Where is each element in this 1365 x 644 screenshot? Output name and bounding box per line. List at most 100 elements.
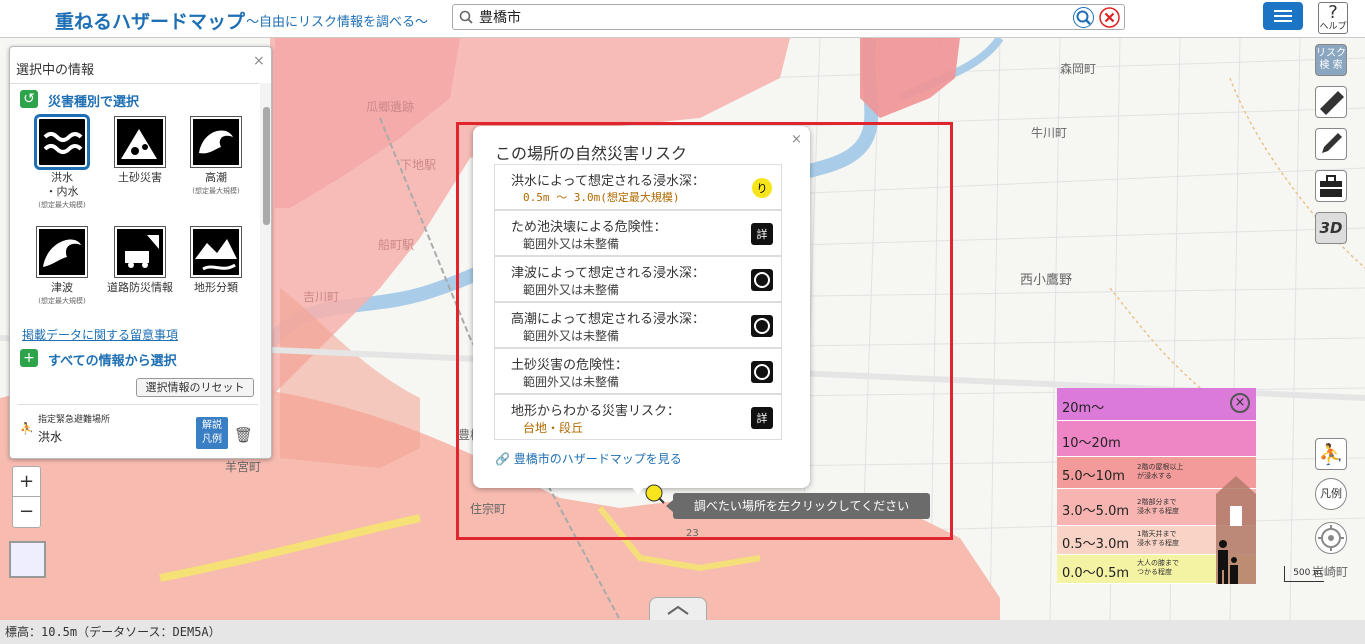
search-submit-icon[interactable] (1073, 7, 1094, 28)
category-tsunami[interactable]: 津波 (想定最大規模) (27, 227, 97, 306)
category-road-disaster[interactable]: 道路防災情報 (105, 227, 175, 295)
category-sub: (想定最大規模) (38, 201, 86, 209)
risk-row: 土砂災害の危険性： 範囲外又は未整備 (494, 348, 782, 394)
draw-tool-button[interactable] (1315, 128, 1347, 160)
risk-answer: 台地・段丘 (523, 421, 584, 435)
category-label: 洪水 ・内水 (45, 171, 79, 198)
place-label: 西小鷹野 (1020, 273, 1073, 288)
category-terrain[interactable]: 地形分類 (181, 227, 251, 295)
flood-icon (37, 117, 87, 167)
link-icon: 🔗 (495, 452, 510, 466)
place-label: 瓜郷遺跡 (366, 100, 415, 114)
category-label: 地形分類 (194, 281, 238, 294)
legend-desc: 2階部分まで 浸水する程度 (1137, 498, 1179, 515)
search-icon (459, 10, 473, 24)
legend-row: 10～20m (1057, 421, 1256, 457)
landslide-icon (115, 117, 165, 167)
header-bar: 重ねるハザードマップ ～自由にリスク情報を調べる～ ? ヘルプ (0, 0, 1365, 38)
category-label: 津波 (51, 281, 73, 294)
zoom-in-button[interactable]: + (13, 467, 40, 497)
hamburger-line (1274, 10, 1292, 12)
runner-icon: ⛹ (1318, 442, 1344, 466)
help-button[interactable]: ? ヘルプ (1318, 2, 1348, 34)
search-clear-icon[interactable] (1099, 7, 1120, 28)
section-all-info[interactable]: すべての情報から選択 (48, 350, 177, 369)
3d-view-button[interactable]: 3D (1315, 212, 1347, 244)
panel-scrollbar[interactable] (260, 83, 271, 458)
panel-close-icon[interactable]: × (253, 53, 265, 69)
app-title[interactable]: 重ねるハザードマップ (55, 7, 245, 34)
data-notice-link[interactable]: 掲載データに関する留意事項 (22, 326, 178, 343)
legend-label: 0.0～0.5m (1062, 566, 1130, 581)
panel-title: 選択中の情報 (16, 63, 95, 78)
risk-row: 津波によって想定される浸水深： 範囲外又は未整備 (494, 256, 782, 302)
zoom-out-button[interactable]: − (13, 497, 40, 527)
risk-question: 土砂災害の危険性： (511, 358, 629, 373)
hamburger-line (1274, 20, 1292, 22)
risk-info-icon[interactable] (751, 361, 773, 383)
svg-text:詳: 詳 (757, 227, 768, 241)
risk-search-button[interactable]: リスク 検 索 (1315, 44, 1347, 76)
scrollbar-thumb[interactable] (263, 107, 270, 225)
app-subtitle: ～自由にリスク情報を調べる～ (246, 15, 429, 30)
category-landslide[interactable]: 土砂災害 (105, 117, 175, 185)
tsunami-icon (37, 227, 87, 277)
hamburger-line (1274, 15, 1292, 17)
menu-button[interactable] (1263, 2, 1303, 30)
svg-text:詳: 詳 (757, 411, 768, 425)
risk-question: 津波によって想定される浸水深： (511, 266, 705, 281)
section-disaster-type[interactable]: 災害種別で選択 (48, 91, 139, 110)
depth-legend: 20m～ × 10～20m 5.0～10m 2階の屋根以上 が浸水する 3.0～5… (1057, 388, 1256, 584)
detail-icon[interactable]: 詳 (751, 223, 773, 245)
legend-label: 10～20m (1062, 436, 1121, 451)
risk-row: 高潮によって想定される浸水深： 範囲外又は未整備 (494, 302, 782, 348)
legend-close-icon[interactable]: × (1230, 393, 1250, 413)
ruler-icon (1320, 91, 1344, 115)
detail-icon[interactable]: 詳 (751, 407, 773, 429)
legend-label: 0.5～3.0m (1062, 537, 1130, 552)
category-label: 土砂災害 (118, 171, 162, 184)
risk-question: ため池決壊による危険性： (511, 220, 667, 235)
legend-desc: 1階天井まで 浸水する程度 (1137, 530, 1179, 547)
chevron-up-icon (667, 605, 689, 615)
toolbox-button[interactable] (1315, 170, 1347, 202)
risk-info-icon[interactable] (751, 269, 773, 291)
legend-toggle-button[interactable]: 凡例 (1315, 478, 1347, 510)
category-flood[interactable]: 洪水 ・内水 (想定最大規模) (27, 117, 97, 210)
legend-desc: 2階の屋根以上 が浸水する (1137, 463, 1184, 480)
base-map-switch[interactable] (9, 541, 46, 578)
reset-selection-button[interactable]: 選択情報のリセット (136, 378, 254, 397)
selected-layer-item: ⛹ 指定緊急避難場所 洪水 解説 凡例 🗑 (18, 404, 258, 456)
hazard-map-link[interactable]: 🔗 豊橋市のハザードマップを見る (495, 450, 682, 467)
risk-question: 高潮によって想定される浸水深： (511, 312, 705, 327)
bottom-panel-toggle[interactable] (649, 597, 707, 620)
risk-answer: 範囲外又は未整備 (523, 237, 620, 251)
risk-warning-icon[interactable]: り (751, 177, 773, 199)
evacuation-icon: ⛹ (20, 422, 34, 435)
road-disaster-icon (115, 227, 165, 277)
toolbox-icon (1320, 175, 1342, 197)
risk-info-icon[interactable] (751, 315, 773, 337)
risk-question: 洪水によって想定される浸水深： (511, 174, 705, 189)
measure-tool-button[interactable] (1315, 86, 1347, 118)
evacuation-layer-button[interactable]: ⛹ (1315, 438, 1347, 470)
hazard-map-link-label: 豊橋市のハザードマップを見る (513, 452, 682, 466)
search-input[interactable] (479, 8, 1059, 26)
legend-explain-button[interactable]: 解説 凡例 (196, 417, 228, 449)
category-label: 道路防災情報 (107, 281, 173, 294)
risk-answer: 範囲外又は未整備 (523, 375, 620, 389)
search-box[interactable] (452, 4, 1125, 30)
popup-close-icon[interactable]: × (791, 132, 802, 147)
category-storm-surge[interactable]: 高潮 (想定最大規模) (181, 117, 251, 196)
help-icon: ? (1328, 2, 1338, 23)
risk-row: ため池決壊による危険性： 範囲外又は未整備 詳 (494, 210, 782, 256)
app: 重ねるハザードマップ ～自由にリスク情報を調べる～ ? ヘルプ (0, 0, 1365, 644)
category-label: 高潮 (205, 171, 227, 184)
legend-desc: 大人の膝まで つかる程度 (1137, 559, 1179, 576)
place-label: 羊宮町 (225, 460, 262, 474)
risk-question: 地形からわかる災害リスク： (511, 404, 681, 419)
current-location-button[interactable] (1315, 522, 1347, 554)
scale-bar: 500 m (1284, 566, 1324, 582)
risk-answer: 範囲外又は未整備 (523, 329, 620, 343)
trash-icon[interactable]: 🗑 (234, 426, 253, 444)
